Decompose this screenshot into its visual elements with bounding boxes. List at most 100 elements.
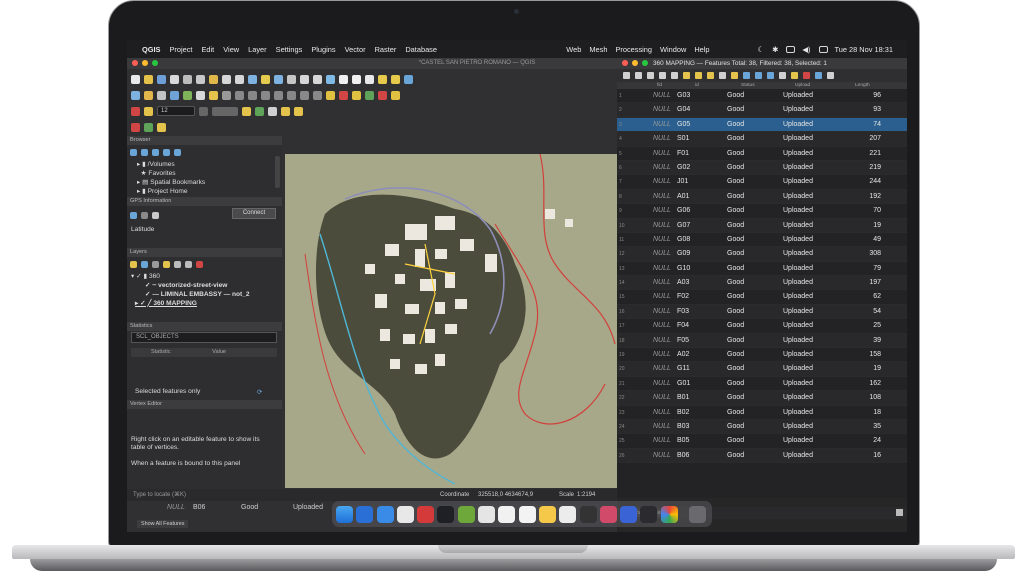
cell-status[interactable]: Good — [727, 290, 744, 304]
zoom-last-icon[interactable] — [300, 74, 309, 84]
layer-item[interactable]: ▸ ✓ ╱ 360 MAPPING — [131, 299, 250, 308]
cell-fid[interactable]: NULL — [653, 420, 671, 434]
table-row[interactable]: 22 NULL B01 Good Uploaded 108 — [617, 391, 907, 406]
cell-fid[interactable]: NULL — [653, 362, 671, 376]
acrobat-icon[interactable] — [417, 505, 435, 523]
cell-id[interactable]: A02 — [677, 348, 689, 362]
cell-length[interactable]: 192 — [869, 190, 881, 204]
cell-length[interactable]: 162 — [869, 377, 881, 391]
cell-length[interactable]: 25 — [873, 319, 881, 333]
cell-upload[interactable]: Uploaded — [783, 391, 813, 405]
cell-fid[interactable]: NULL — [653, 305, 671, 319]
map-canvas[interactable] — [285, 153, 617, 488]
table-row[interactable]: 25 NULL B05 Good Uploaded 24 — [617, 434, 907, 449]
cell-fid[interactable]: NULL — [653, 89, 671, 103]
zoom-next-icon[interactable] — [313, 74, 322, 84]
manage-map-themes-icon[interactable] — [152, 260, 159, 268]
cell-id[interactable]: G08 — [677, 233, 690, 247]
cell-status[interactable]: Good — [727, 434, 744, 448]
menu-project[interactable]: Project — [169, 45, 192, 54]
collapse-all-layers-icon[interactable] — [185, 260, 192, 268]
cell-length[interactable]: 308 — [869, 247, 881, 261]
cell-fid[interactable]: NULL — [653, 247, 671, 261]
menu-clock[interactable]: Tue 28 Nov 18:31 — [835, 45, 893, 54]
deselect-all-icon[interactable] — [719, 72, 726, 79]
cell-upload[interactable]: Uploaded — [783, 434, 813, 448]
zoom-layer-icon[interactable] — [274, 74, 283, 84]
select-expression-icon[interactable] — [683, 72, 690, 79]
new-field-icon[interactable] — [791, 72, 798, 79]
print-layout-icon[interactable] — [170, 74, 179, 84]
cell-length[interactable]: 74 — [873, 118, 881, 132]
cell-id[interactable]: F03 — [677, 305, 689, 319]
row-number[interactable]: 12 — [619, 247, 627, 261]
snapping-type-icon[interactable] — [144, 106, 153, 116]
open-project-icon[interactable] — [144, 74, 153, 84]
cell-fid[interactable]: NULL — [653, 406, 671, 420]
cell-id[interactable]: G07 — [677, 219, 690, 233]
select-all-icon[interactable] — [695, 72, 702, 79]
moon-icon[interactable]: ☾ — [758, 45, 765, 54]
zoom-in-icon[interactable] — [222, 74, 231, 84]
cell-length[interactable]: 19 — [873, 219, 881, 233]
row-number[interactable]: 10 — [619, 219, 627, 233]
toggle-editing-icon[interactable] — [209, 90, 218, 100]
pan-map-icon[interactable] — [755, 72, 762, 79]
add-feature-row-icon[interactable] — [671, 72, 678, 79]
cell-upload[interactable]: Uploaded — [783, 377, 813, 391]
cell-status[interactable]: Good — [727, 305, 744, 319]
edit-pencil-icon[interactable] — [196, 90, 205, 100]
label-pin-icon[interactable] — [339, 90, 348, 100]
zoom-window-button[interactable] — [152, 60, 158, 66]
row-number[interactable]: 14 — [619, 276, 627, 290]
attr-close-button[interactable] — [622, 60, 628, 66]
row-number[interactable]: 15 — [619, 290, 627, 304]
select-features-icon[interactable] — [378, 74, 387, 84]
cell-upload[interactable]: Uploaded — [783, 161, 813, 175]
browser-item[interactable]: ★ Favorites — [137, 169, 205, 178]
add-vector-icon[interactable] — [170, 90, 179, 100]
cell-upload[interactable]: Uploaded — [783, 147, 813, 161]
cell-fid[interactable]: NULL — [653, 175, 671, 189]
table-row[interactable]: 14 NULL A03 Good Uploaded 197 — [617, 276, 907, 291]
table-row[interactable]: 24 NULL B03 Good Uploaded 35 — [617, 419, 907, 435]
cell-fid[interactable]: NULL — [653, 118, 671, 132]
cell-length[interactable]: 244 — [869, 175, 881, 189]
table-row[interactable]: 8 NULL A01 Good Uploaded 192 — [617, 189, 907, 205]
cell-id[interactable]: B05 — [677, 434, 689, 448]
photos-icon[interactable] — [620, 505, 638, 523]
reload-table-icon[interactable] — [659, 72, 666, 79]
row-number[interactable]: 3 — [619, 118, 627, 132]
cell-id[interactable]: G05 — [677, 118, 690, 132]
selected-features-only-checkbox[interactable]: Selected features only — [135, 388, 200, 395]
conditional-formatting-icon[interactable] — [827, 72, 834, 79]
cell-length[interactable]: 16 — [873, 449, 881, 463]
cell-status[interactable]: Good — [727, 247, 744, 261]
remove-layer-icon[interactable] — [196, 260, 203, 268]
digitize-icon[interactable] — [157, 90, 166, 100]
cell-fid[interactable]: NULL — [653, 319, 671, 333]
cell-length[interactable]: 219 — [869, 161, 881, 175]
cell-upload[interactable]: Uploaded — [783, 219, 813, 233]
zoom-full-icon[interactable] — [248, 74, 257, 84]
vertex-tool-icon[interactable] — [235, 90, 244, 100]
cell-length[interactable]: 108 — [869, 391, 881, 405]
notes-icon[interactable] — [538, 505, 556, 523]
cell-length[interactable]: 35 — [873, 420, 881, 434]
column-id[interactable]: id — [695, 82, 699, 89]
cell-length[interactable]: 70 — [873, 204, 881, 218]
cell-id[interactable]: F02 — [677, 290, 689, 304]
row-number[interactable]: 26 — [619, 449, 627, 463]
cell-id[interactable]: B02 — [677, 406, 689, 420]
cell-upload[interactable]: Uploaded — [783, 103, 813, 117]
temporal-controller-icon[interactable] — [339, 74, 348, 84]
cell-status[interactable]: Good — [727, 89, 744, 103]
row-number[interactable]: 1 — [619, 89, 627, 103]
move-selection-top-icon[interactable] — [743, 72, 750, 79]
new-layer-icon[interactable] — [144, 90, 153, 100]
cell-status[interactable]: Good — [727, 377, 744, 391]
undo-icon[interactable] — [300, 90, 309, 100]
safari-icon[interactable] — [396, 505, 414, 523]
snapping-tolerance-field[interactable]: 12 — [157, 106, 195, 116]
column-fid[interactable]: fid — [657, 82, 662, 89]
